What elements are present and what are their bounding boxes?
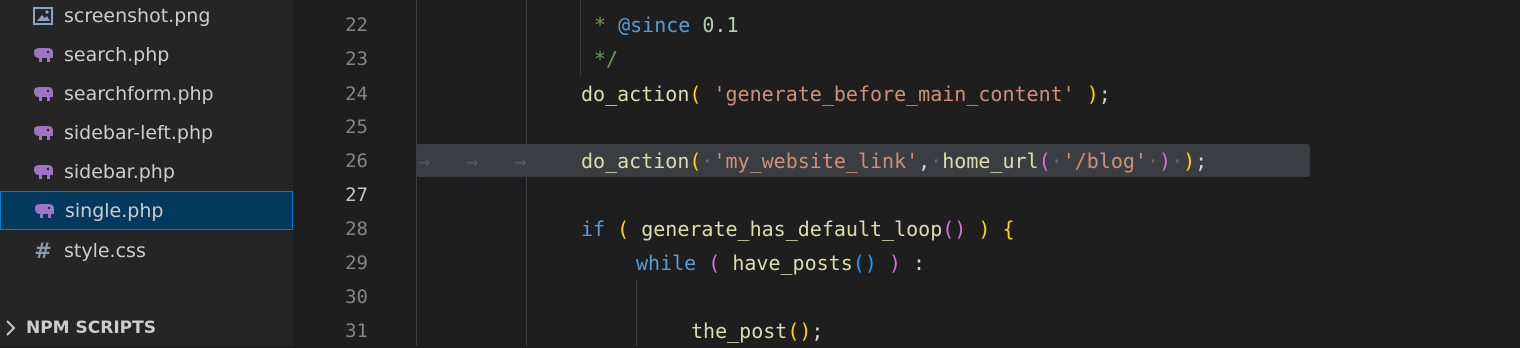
line-number-active: 27 — [345, 184, 368, 206]
file-name: sidebar-left.php — [64, 121, 214, 144]
file-item-search-php[interactable]: search.php — [0, 35, 293, 74]
tab-whitespace-markers: → → → — [418, 149, 527, 173]
line-number: 25 — [345, 116, 368, 138]
code-line-23: */ — [594, 47, 619, 71]
css-hash-icon: # — [34, 238, 52, 263]
line-number: 28 — [345, 218, 368, 240]
file-name: searchform.php — [64, 82, 214, 105]
file-item-searchform-php[interactable]: searchform.php — [0, 74, 293, 113]
line-number: 29 — [345, 252, 368, 274]
file-name: single.php — [65, 199, 164, 222]
php-icon — [30, 85, 56, 103]
php-icon — [30, 163, 56, 181]
file-item-screenshot-png[interactable]: screenshot.png — [0, 0, 293, 35]
code-line-28: if ( generate_has_default_loop() ) { — [581, 217, 1015, 241]
code-line-24: do_action( 'generate_before_main_content… — [581, 82, 1111, 106]
file-name: sidebar.php — [64, 160, 175, 183]
file-name: style.css — [64, 239, 146, 262]
line-number: 30 — [345, 286, 368, 308]
code-line-29: while ( have_posts() ) : — [636, 251, 926, 275]
file-item-style-css[interactable]: # style.css — [0, 231, 293, 270]
line-number: 31 — [345, 320, 368, 342]
code-line-31: the_post(); — [691, 319, 824, 343]
php-icon — [30, 124, 56, 142]
code-line-22: * @since 0.1 — [594, 13, 739, 37]
file-item-sidebar-php[interactable]: sidebar.php — [0, 152, 293, 191]
line-number: 24 — [345, 83, 368, 105]
image-icon — [30, 6, 56, 25]
npm-scripts-section[interactable]: NPM SCRIPTS — [0, 310, 293, 346]
file-name: search.php — [64, 43, 170, 66]
file-name: screenshot.png — [64, 4, 211, 27]
indent-guide — [636, 280, 637, 346]
php-icon — [31, 202, 57, 220]
indent-guide — [580, 0, 581, 76]
explorer-sidebar: screenshot.png search.php searchform.php… — [0, 0, 293, 346]
file-item-sidebar-left-php[interactable]: sidebar-left.php — [0, 113, 293, 152]
file-item-single-php[interactable]: single.php — [0, 191, 293, 230]
section-label: NPM SCRIPTS — [26, 318, 156, 338]
line-number: 26 — [345, 150, 368, 172]
php-icon — [30, 46, 56, 64]
chevron-right-icon — [4, 318, 18, 343]
line-number: 23 — [345, 48, 368, 70]
line-number: 22 — [345, 14, 368, 36]
code-line-26: do_action(·'my_website_link',·home_url(·… — [581, 149, 1208, 173]
